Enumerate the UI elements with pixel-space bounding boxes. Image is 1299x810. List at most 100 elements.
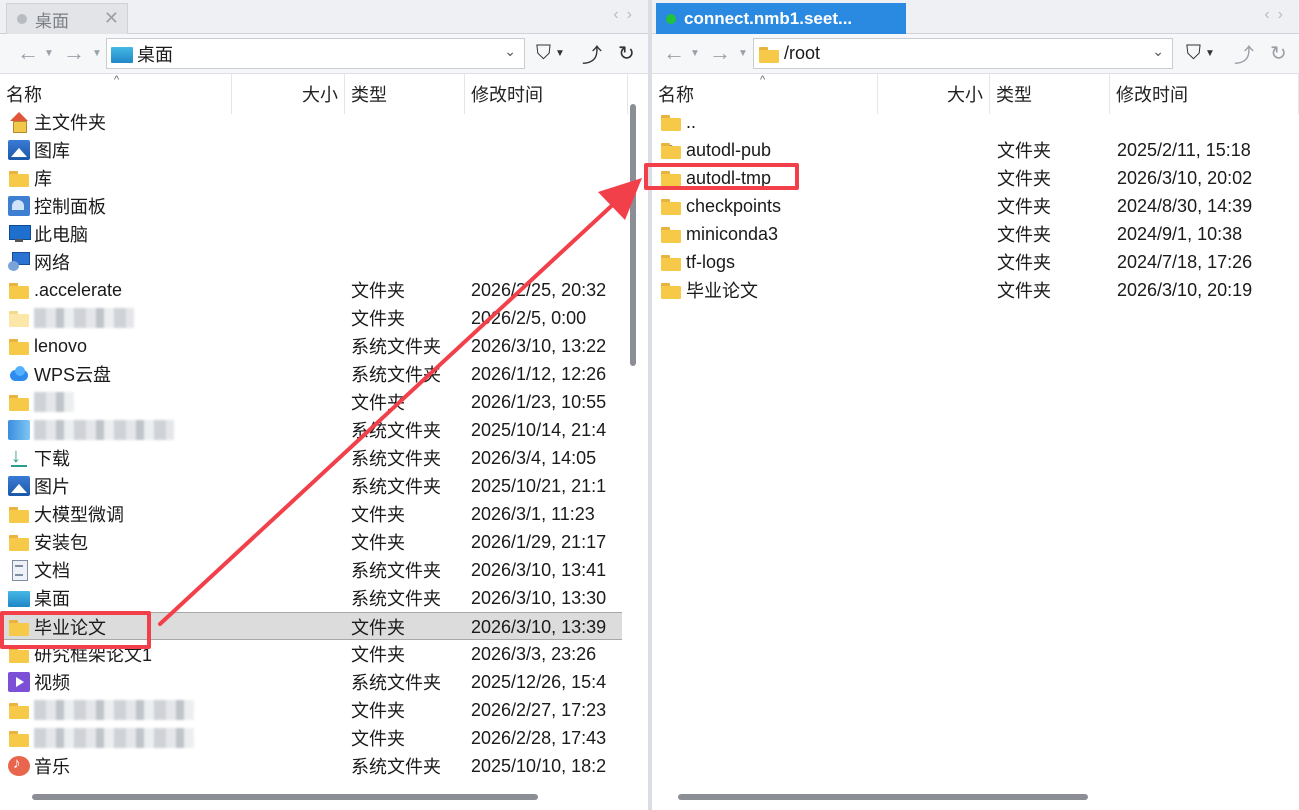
file-modified bbox=[471, 220, 622, 248]
file-modified: 2026/3/10, 20:19 bbox=[1117, 279, 1253, 300]
file-type: 文件夹 bbox=[351, 618, 405, 638]
desktop-icon bbox=[8, 591, 30, 607]
bookmark-icon[interactable]: ⛉ ▼ bbox=[1186, 38, 1215, 68]
list-item[interactable]: 图片 系统文件夹 2025/10/21, 21:1 bbox=[0, 472, 622, 500]
chevron-down-icon[interactable]: ⌄ bbox=[1152, 43, 1164, 60]
bookmark-icon[interactable]: ⛉ ▼ bbox=[536, 38, 565, 68]
list-item[interactable]: 桌面 系统文件夹 2026/3/10, 13:30 bbox=[0, 584, 622, 612]
folder-icon bbox=[660, 252, 682, 272]
horizontal-scrollbar[interactable] bbox=[678, 794, 1088, 800]
parent-folder-icon[interactable]: ⤴ bbox=[582, 38, 602, 68]
list-item[interactable]: 文件夹 2026/2/27, 17:23 bbox=[0, 696, 622, 724]
list-item[interactable]: 图库 bbox=[0, 136, 622, 164]
list-item[interactable]: 安装包 文件夹 2026/1/29, 21:17 bbox=[0, 528, 622, 556]
file-type: 文件夹 bbox=[997, 197, 1051, 217]
file-name-cell: tf-logs bbox=[660, 248, 735, 276]
list-item[interactable]: checkpoints 文件夹 2024/8/30, 14:39 bbox=[652, 192, 1299, 220]
list-item[interactable]: 大模型微调 文件夹 2026/3/1, 11:23 bbox=[0, 500, 622, 528]
list-item[interactable]: 系统文件夹 2025/10/14, 21:4 bbox=[0, 416, 622, 444]
list-item[interactable]: .. bbox=[652, 108, 1299, 136]
list-item[interactable]: 文档 系统文件夹 2026/3/10, 13:41 bbox=[0, 556, 622, 584]
file-type: 文件夹 bbox=[351, 729, 405, 749]
list-item[interactable]: lenovo 系统文件夹 2026/3/10, 13:22 bbox=[0, 332, 622, 360]
list-item[interactable]: 库 bbox=[0, 164, 622, 192]
file-type: 系统文件夹 bbox=[351, 449, 441, 469]
file-modified: 2026/3/1, 11:23 bbox=[471, 503, 595, 524]
list-item[interactable]: .accelerate 文件夹 2026/2/25, 20:32 bbox=[0, 276, 622, 304]
file-modified: 2026/3/4, 14:05 bbox=[471, 447, 597, 468]
file-modified: 2026/3/10, 13:41 bbox=[471, 559, 607, 580]
path-input[interactable]: /root ⌄ bbox=[753, 38, 1173, 69]
file-type: 系统文件夹 bbox=[351, 673, 441, 693]
forward-history-dropdown-icon[interactable]: ▼ bbox=[738, 48, 748, 59]
file-modified: 2026/2/5, 0:00 bbox=[471, 307, 587, 328]
back-history-dropdown-icon[interactable]: ▼ bbox=[44, 48, 54, 59]
back-history-dropdown-icon[interactable]: ▼ bbox=[690, 48, 700, 59]
refresh-icon[interactable]: ↻ bbox=[1270, 38, 1287, 68]
vertical-scrollbar[interactable] bbox=[630, 104, 636, 366]
file-name-cell: 毕业论文 bbox=[660, 276, 758, 304]
file-type: 文件夹 bbox=[351, 309, 405, 329]
file-name-cell: 视频 bbox=[8, 668, 70, 696]
tab-desktop[interactable]: 桌面 ✕ bbox=[6, 3, 128, 34]
close-icon[interactable]: ✕ bbox=[104, 8, 119, 29]
list-item[interactable]: 文件夹 2026/2/28, 17:43 bbox=[0, 724, 622, 752]
local-file-pane: 桌面 ✕ ‹› ← ▼ → ▼ 桌面 ⌄ ⛉ ▼ ⤴ ↻ 名称 ^ 大小 类型 修… bbox=[0, 0, 648, 810]
forward-arrow-icon[interactable]: → bbox=[706, 40, 734, 66]
file-modified: 2026/1/29, 21:17 bbox=[471, 531, 607, 552]
list-item[interactable]: 网络 bbox=[0, 248, 622, 276]
sort-ascending-icon: ^ bbox=[114, 74, 120, 86]
video-icon bbox=[8, 672, 30, 692]
file-modified: 2025/10/14, 21:4 bbox=[471, 419, 607, 440]
list-item[interactable]: 文件夹 2026/1/23, 10:55 bbox=[0, 388, 622, 416]
file-modified: 2024/8/30, 14:39 bbox=[1117, 195, 1253, 216]
file-name-cell: 网络 bbox=[8, 248, 70, 276]
forward-history-dropdown-icon[interactable]: ▼ bbox=[92, 48, 102, 59]
file-modified: 2026/3/10, 13:39 bbox=[471, 616, 607, 637]
computer-icon bbox=[8, 224, 31, 244]
list-item[interactable]: miniconda3 文件夹 2024/9/1, 10:38 bbox=[652, 220, 1299, 248]
list-item[interactable]: 下载 系统文件夹 2026/3/4, 14:05 bbox=[0, 444, 622, 472]
file-name: .accelerate bbox=[34, 279, 123, 300]
list-item[interactable]: WPS云盘 系统文件夹 2026/1/12, 12:26 bbox=[0, 360, 622, 388]
list-item[interactable]: 文件夹 2026/2/5, 0:00 bbox=[0, 304, 622, 332]
refresh-icon[interactable]: ↻ bbox=[618, 38, 635, 68]
redacted-name bbox=[34, 392, 74, 412]
file-name-cell: 音乐 bbox=[8, 752, 70, 780]
path-text: 桌面 bbox=[137, 44, 173, 65]
document-icon bbox=[8, 560, 30, 581]
list-item[interactable]: tf-logs 文件夹 2024/7/18, 17:26 bbox=[652, 248, 1299, 276]
redacted-name bbox=[34, 700, 194, 720]
file-name: lenovo bbox=[34, 335, 88, 356]
list-item[interactable]: 控制面板 bbox=[0, 192, 622, 220]
list-item[interactable]: 音乐 系统文件夹 2025/10/10, 18:2 bbox=[0, 752, 622, 780]
list-item[interactable]: 此电脑 bbox=[0, 220, 622, 248]
back-arrow-icon[interactable]: ← bbox=[14, 40, 42, 66]
file-modified bbox=[471, 164, 622, 192]
file-modified: 2026/2/28, 17:43 bbox=[471, 727, 607, 748]
list-item[interactable]: 主文件夹 bbox=[0, 108, 622, 136]
file-name-cell: 大模型微调 bbox=[8, 500, 124, 528]
file-name: autodl-pub bbox=[686, 139, 772, 160]
back-arrow-icon[interactable]: ← bbox=[660, 40, 688, 66]
folder-icon bbox=[8, 308, 30, 328]
forward-arrow-icon[interactable]: → bbox=[60, 40, 88, 66]
file-modified bbox=[471, 248, 622, 276]
chevron-down-icon[interactable]: ⌄ bbox=[504, 43, 516, 60]
list-item[interactable]: 毕业论文 文件夹 2026/3/10, 20:19 bbox=[652, 276, 1299, 304]
list-item[interactable]: ↗ autodl-pub 文件夹 2025/2/11, 15:18 bbox=[652, 136, 1299, 164]
path-input[interactable]: 桌面 ⌄ bbox=[106, 38, 525, 69]
control-panel-icon bbox=[8, 196, 30, 216]
list-item[interactable]: 视频 系统文件夹 2025/12/26, 15:4 bbox=[0, 668, 622, 696]
file-type: 文件夹 bbox=[997, 253, 1051, 273]
tab-scroll-arrows-icon[interactable]: ‹› bbox=[1264, 6, 1291, 24]
redacted-name bbox=[34, 728, 194, 748]
tab-remote-connection[interactable]: connect.nmb1.seet... bbox=[656, 3, 906, 34]
file-type: 文件夹 bbox=[351, 701, 405, 721]
horizontal-scrollbar[interactable] bbox=[32, 794, 538, 800]
file-type: 文件夹 bbox=[351, 505, 405, 525]
tab-scroll-arrows-icon[interactable]: ‹› bbox=[613, 6, 640, 24]
folder-icon bbox=[8, 504, 30, 524]
file-name: 文档 bbox=[34, 561, 70, 581]
parent-folder-icon[interactable]: ⤴ bbox=[1234, 38, 1254, 68]
